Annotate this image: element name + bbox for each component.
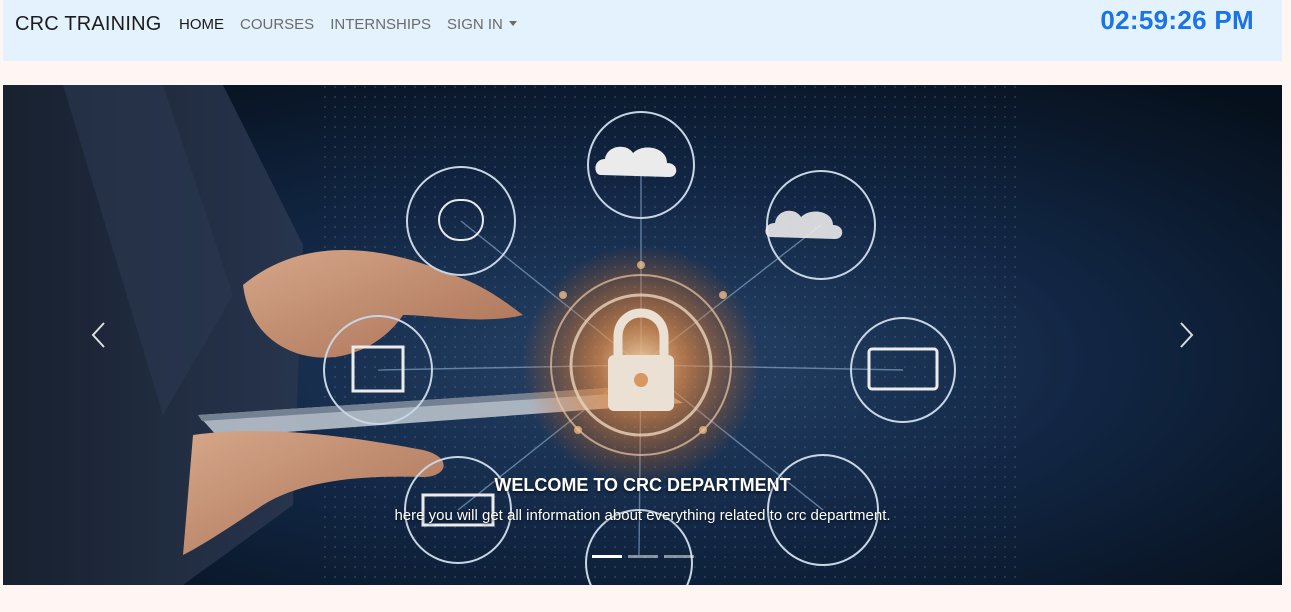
chevron-left-icon [91, 322, 105, 348]
nav-link-home[interactable]: HOME [171, 16, 232, 33]
nav-links: HOME COURSES INTERNSHIPS SIGN IN [171, 16, 525, 33]
clock: 02:59:26 PM [1100, 5, 1254, 35]
brand-link[interactable]: CRC TRAINING [15, 13, 161, 36]
carousel-indicator-2[interactable] [627, 555, 658, 558]
navbar: CRC TRAINING HOME COURSES INTERNSHIPS SI… [3, 0, 1282, 61]
carousel: WELCOME TO CRC DEPARTMENT here you will … [3, 85, 1282, 585]
carousel-indicators [3, 555, 1282, 558]
sign-in-dropdown[interactable]: SIGN IN [439, 16, 525, 33]
chevron-right-icon [1180, 322, 1194, 348]
caret-down-icon [508, 21, 517, 26]
carousel-indicator-1[interactable] [591, 555, 622, 558]
nav-link-internships[interactable]: INTERNSHIPS [322, 16, 439, 33]
nav-link-courses[interactable]: COURSES [232, 16, 322, 33]
caption-text: here you will get all information about … [394, 507, 891, 524]
carousel-indicator-3[interactable] [663, 555, 694, 558]
sign-in-label: SIGN IN [447, 16, 503, 33]
caption-title: WELCOME TO CRC DEPARTMENT [494, 475, 791, 495]
carousel-caption: WELCOME TO CRC DEPARTMENT here you will … [3, 475, 1282, 524]
